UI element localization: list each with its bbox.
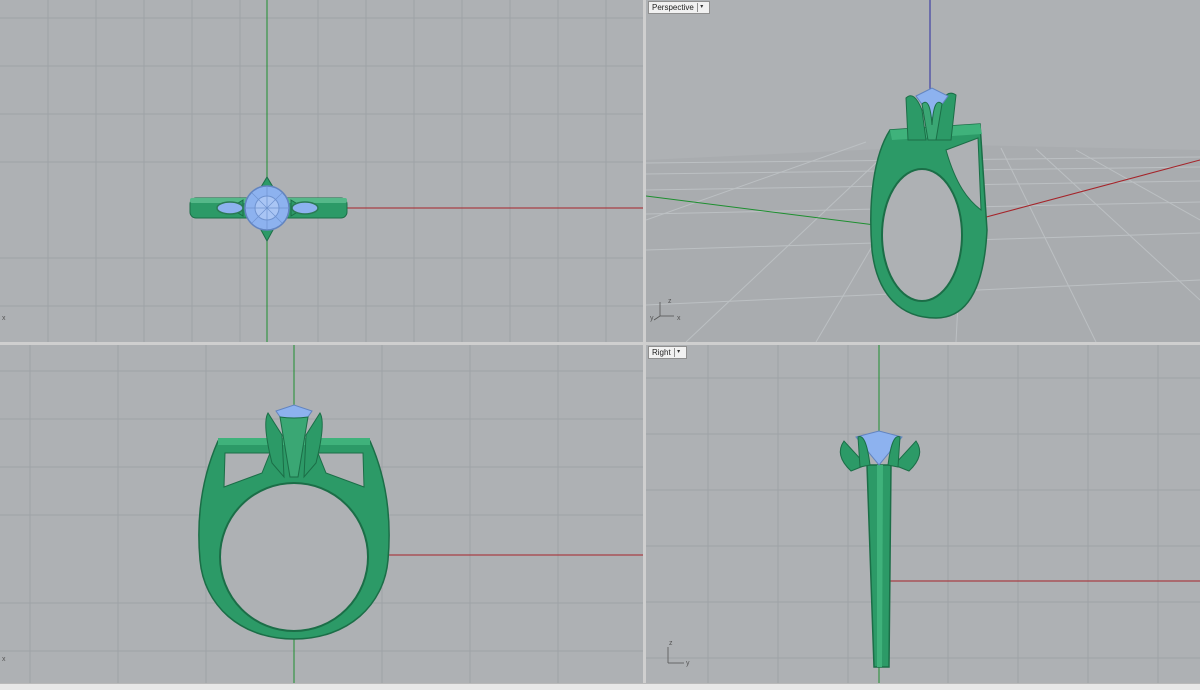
viewport-title-text: Perspective xyxy=(652,3,694,12)
grid xyxy=(0,0,643,342)
axis-label-y: y xyxy=(686,660,690,667)
viewport-top-canvas: x xyxy=(0,0,643,342)
axis-label-y: y xyxy=(650,315,654,322)
viewport-front[interactable]: x xyxy=(0,345,643,683)
viewport-front-canvas: x xyxy=(0,345,643,683)
ring-model-perspective xyxy=(870,87,988,319)
viewport-title-text: Right xyxy=(652,348,671,357)
viewport-right-canvas: z y xyxy=(646,345,1200,683)
ring-model-right xyxy=(839,430,921,668)
viewport-title-right[interactable]: Right ▾ xyxy=(648,346,687,359)
axis-label-z: z xyxy=(669,640,673,647)
viewport-perspective-canvas: z y x xyxy=(646,0,1200,342)
dropdown-chevron-icon[interactable]: ▾ xyxy=(673,348,683,357)
grid xyxy=(646,345,1200,683)
axis-label-x: x xyxy=(2,656,6,663)
viewport-perspective[interactable]: z y x Perspective ▾ xyxy=(646,0,1200,342)
axis-label-x: x xyxy=(677,315,681,322)
axis-label-z: z xyxy=(668,298,672,305)
axis-gizmo-icon xyxy=(667,647,684,664)
viewport-right[interactable]: z y Right ▾ xyxy=(646,345,1200,683)
rhino-viewport-layout: x z y x Perspective ▾ x z y Right ▾ xyxy=(0,0,1200,690)
ring-model-front xyxy=(198,404,390,640)
axis-label-x: x xyxy=(2,315,6,322)
ring-model-top xyxy=(189,176,348,243)
viewport-top[interactable]: x xyxy=(0,0,643,342)
dropdown-chevron-icon[interactable]: ▾ xyxy=(696,3,706,12)
viewport-title-perspective[interactable]: Perspective ▾ xyxy=(648,1,710,14)
